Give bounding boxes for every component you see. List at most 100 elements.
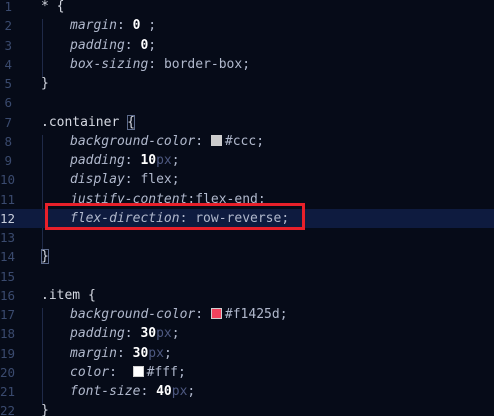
code-token: : [116,18,133,34]
code-token: } [41,249,49,265]
code-line-18[interactable]: 18 padding: 30px; [0,324,494,343]
code-token: row-reverse [195,210,282,226]
code-token: ; [187,384,196,399]
code-line-20[interactable]: 20 color: #fff; [0,363,494,382]
code-token: justify-content [70,191,188,207]
code-line-5[interactable]: 5} [0,74,494,93]
code-token: background-color [70,307,196,322]
line-number: 2 [4,18,12,34]
code-token: #ccc [224,133,257,149]
code-token: color [70,364,110,380]
code-token: box-sizing [70,56,149,72]
code-token: ; [171,172,180,188]
line-number: 9 [4,153,12,168]
code-token: px [148,345,164,361]
code-token: : [148,56,164,72]
line-code: box-sizing: border-box; [41,55,250,74]
code-line-17[interactable]: 17 background-color: #f1425d; [0,305,494,324]
line-number: 11 [0,191,16,207]
code-token: : [116,345,133,361]
line-code: } [41,74,49,93]
code-line-6[interactable]: 6 [0,93,494,112]
code-token: ; [171,326,180,342]
line-code: display: flex; [41,170,180,189]
line-number: 3 [4,37,12,53]
line-code: * { [41,0,64,16]
code-line-14[interactable]: 14} [0,247,494,266]
code-line-7[interactable]: 7 .container { [0,113,494,132]
line-number: 21 [0,384,16,399]
code-token: : [124,326,141,342]
code-token: * { [41,0,65,14]
line-number: 18 [0,326,16,342]
code-line-12[interactable]: 12 flex-direction: row-reverse; [0,208,494,228]
color-swatch-icon[interactable] [210,134,222,146]
code-token: : [179,210,196,226]
code-token: : [124,153,141,168]
code-line-3[interactable]: 3 padding: 0; [0,36,494,55]
code-token: display [70,172,125,188]
color-swatch-icon[interactable] [132,365,144,377]
line-number: 6 [4,95,12,111]
line-code: } [41,247,49,266]
code-token: ; [242,56,251,72]
line-number: 5 [4,76,12,91]
code-token: { [87,287,96,303]
code-line-8[interactable]: 8 background-color: #ccc; [0,132,494,151]
code-token: 30 [132,345,149,361]
line-code: background-color: #ccc; [41,132,264,151]
line-code: .item { [41,286,96,305]
line-number: 10 [0,172,16,188]
code-token: : [109,364,133,380]
code-token: font-size [70,384,141,399]
line-number: 20 [0,364,16,380]
code-token: ; [177,364,186,380]
code-token: margin [70,345,117,361]
code-token: 30 [140,326,157,342]
code-token: ; [171,153,180,168]
code-token: { [127,114,135,130]
code-token: .container [41,114,128,130]
code-token: flex-end [195,191,258,207]
code-line-10[interactable]: 10 display: flex; [0,170,494,189]
code-token: px [171,384,188,399]
line-code: padding: 10px; [41,151,180,170]
code-line-1[interactable]: 1 * { [0,0,494,16]
code-line-21[interactable]: 21 font-size: 40px; [0,382,494,401]
code-token: 40 [156,384,172,399]
code-token: ; [163,345,172,361]
code-token: px [156,326,172,342]
code-token: : [124,37,141,53]
code-token: #fff [146,364,178,380]
code-line-19[interactable]: 19 margin: 30px; [0,344,494,363]
line-code: background-color: #f1425d; [41,305,288,324]
code-token: #f1425d [224,307,280,322]
line-code: justify-content:flex-end; [41,190,266,209]
code-token: } [41,76,49,91]
code-token: ; [148,37,157,53]
line-number: 17 [0,307,16,322]
line-number: 1 [4,0,12,14]
code-line-13[interactable]: 13 [0,228,494,247]
code-token: ; [281,210,290,226]
code-line-2[interactable]: 2 margin: 0 ; [0,16,494,35]
code-token: ; [256,133,265,149]
line-number: 15 [0,268,16,284]
code-line-4[interactable]: 4 box-sizing: border-box; [0,55,494,74]
color-swatch-icon[interactable] [210,308,222,319]
code-token: border-box [163,56,243,72]
code-line-9[interactable]: 9 padding: 10px; [0,151,494,170]
line-code: margin: 30px; [41,344,172,363]
code-token: : [195,133,211,149]
line-code: margin: 0 ; [41,16,156,35]
code-token: : [195,307,211,322]
code-line-11[interactable]: 11 justify-content:flex-end; [0,190,494,209]
code-line-16[interactable]: 16 .item { [0,286,494,305]
code-line-22[interactable]: 22} [0,401,494,416]
code-token: padding [70,326,125,342]
code-line-15[interactable]: 15 [0,267,494,286]
line-code: font-size: 40px; [41,382,195,401]
code-editor[interactable]: 1 * { 2 margin: 0 ; 3 padding: 0; 4 box-sizing:… [0,0,494,416]
line-number: 16 [0,287,16,303]
code-token: ; [279,307,288,322]
